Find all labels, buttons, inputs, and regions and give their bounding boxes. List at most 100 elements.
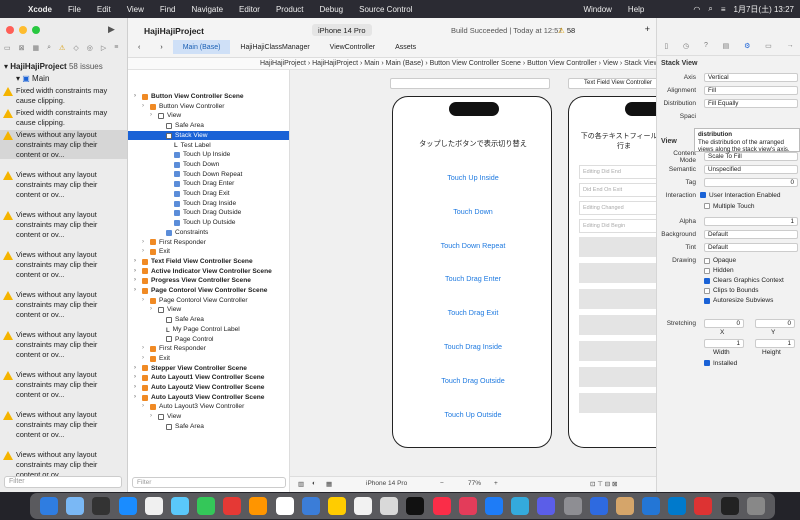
layout-tools-icon[interactable]: ⊡ ⊤ ⊟ ⊠ (590, 480, 617, 488)
outline-row[interactable]: Touch Up Inside (128, 150, 289, 160)
disclosure-icon[interactable]: › (134, 276, 142, 286)
source-control-icon[interactable]: ⊠ (19, 44, 25, 52)
identity-icon[interactable]: ▤ (723, 42, 730, 55)
preview-icon[interactable]: ▦ (326, 480, 332, 488)
issue-item[interactable]: Views without any layout constraints may… (0, 250, 127, 279)
folder-icon[interactable]: ▭ (4, 44, 11, 52)
attributes-icon[interactable]: ⚙ (744, 42, 750, 55)
disclosure-icon[interactable]: › (134, 383, 142, 393)
dock-app-icon[interactable] (118, 497, 137, 515)
outline-row[interactable]: L My Page Control Label (128, 325, 289, 335)
tab-view-controller[interactable]: ViewController (320, 40, 385, 54)
disclosure-icon[interactable]: › (142, 238, 150, 248)
stack-button[interactable]: Touch Drag Outside (393, 376, 553, 385)
outline-row[interactable]: › View (128, 111, 289, 121)
add-icon[interactable]: + (645, 24, 650, 34)
disclosure-icon[interactable]: › (134, 257, 142, 267)
outline-row[interactable]: › Page Contorol View Controller Scene (128, 286, 289, 296)
drawing-option[interactable]: Autoresize Subviews (657, 295, 800, 306)
dock-app-icon[interactable] (354, 497, 373, 515)
tab-main-base[interactable]: Main (Base) (172, 40, 231, 54)
zoom-in-icon[interactable]: + (494, 480, 498, 487)
disclosure-icon[interactable]: › (150, 111, 158, 121)
outline-filter-input[interactable]: Filter (132, 477, 286, 488)
stack-button[interactable]: Touch Down (393, 207, 553, 216)
distribution-select[interactable]: Fill Equally (704, 99, 798, 108)
close-window-button[interactable] (6, 26, 14, 34)
issue-project-row[interactable]: ▾ HajiHajiProject 58 issues (4, 62, 103, 71)
dock-app-icon[interactable] (223, 497, 242, 515)
table-cell[interactable]: 5 (579, 341, 656, 361)
dock-app-icon[interactable] (301, 497, 320, 515)
search-icon[interactable]: ⌕ (708, 4, 712, 14)
zoom-window-button[interactable] (32, 26, 40, 34)
outline-row[interactable]: Touch Drag Enter (128, 179, 289, 189)
dock-app-icon[interactable] (40, 497, 59, 515)
dock-app-icon[interactable] (197, 497, 216, 515)
outline-row[interactable]: Touch Drag Exit (128, 189, 289, 199)
semantic-select[interactable]: Unspecified (704, 165, 798, 174)
alpha-field[interactable]: 1 (704, 217, 798, 226)
dock-app-icon[interactable] (170, 497, 189, 515)
outline-row[interactable]: › Auto Layout2 View Controller Scene (128, 383, 289, 393)
outline-row[interactable]: › Auto Layout3 View Controller Scene (128, 393, 289, 403)
outline-row[interactable]: Touch Drag Inside (128, 199, 289, 209)
debug-icon[interactable]: ◎ (87, 44, 93, 52)
dock-app-icon[interactable] (511, 497, 530, 515)
table-cell[interactable]: 1 (579, 237, 656, 257)
outline-row[interactable]: Touch Drag Outside (128, 208, 289, 218)
outline-row[interactable]: Touch Up Outside (128, 218, 289, 228)
dock-app-icon[interactable] (668, 497, 687, 515)
outline-row[interactable]: › Text Field View Controller Scene (128, 257, 289, 267)
dock-app-icon[interactable] (694, 497, 713, 515)
menu-editor[interactable]: Editor (231, 5, 268, 14)
issue-item[interactable]: Views without any layout constraints may… (0, 210, 127, 239)
issue-item[interactable]: Views without any layout constraints may… (0, 370, 127, 399)
issue-item[interactable]: Fixed width constraints may cause clippi… (0, 108, 127, 128)
dock-app-icon[interactable] (537, 497, 556, 515)
stack-button[interactable]: Touch Drag Inside (393, 342, 553, 351)
disclosure-icon[interactable]: › (142, 354, 150, 364)
outline-row[interactable]: Touch Down (128, 160, 289, 170)
outline-row[interactable]: Safe Area (128, 121, 289, 131)
tab-assets[interactable]: Assets (385, 40, 426, 54)
storyboard-canvas[interactable]: Text Field View Controller タップしたボタンで表示切り… (290, 70, 656, 492)
issue-item[interactable]: Fixed width constraints may cause clippi… (0, 86, 127, 106)
dock-app-icon[interactable] (615, 497, 634, 515)
table-cell[interactable]: 6 (579, 367, 656, 387)
menu-view[interactable]: View (119, 5, 152, 14)
dock-app-icon[interactable] (563, 497, 582, 515)
table-cell[interactable]: 2 (579, 263, 656, 283)
stack-button[interactable]: Touch Up Inside (393, 173, 553, 182)
wifi-icon[interactable]: ◠ (693, 5, 700, 14)
axis-select[interactable]: Vertical (704, 73, 798, 82)
report-icon[interactable]: ≡ (114, 44, 118, 52)
menu-help[interactable]: Help (620, 5, 652, 14)
disclosure-icon[interactable]: › (134, 267, 142, 277)
issue-item[interactable]: Views without any layout constraints may… (0, 330, 127, 359)
menu-edit[interactable]: Edit (89, 5, 119, 14)
menu-find[interactable]: Find (152, 5, 184, 14)
outline-toggle-icon[interactable]: ▥ (298, 480, 304, 488)
outline-row[interactable]: › Auto Layout3 View Controller (128, 402, 289, 412)
help-icon[interactable]: ? (704, 42, 708, 55)
outline-row[interactable]: › Exit (128, 247, 289, 257)
disclosure-icon[interactable]: › (134, 364, 142, 374)
dock-app-icon[interactable] (380, 497, 399, 515)
menu-source-control[interactable]: Source Control (351, 5, 420, 14)
disclosure-icon[interactable]: › (134, 393, 142, 403)
connections-icon[interactable]: → (787, 42, 794, 55)
stack-button[interactable]: Touch Drag Exit (393, 308, 553, 317)
disclosure-icon[interactable]: › (142, 102, 150, 112)
history-icon[interactable]: ◷ (683, 42, 689, 55)
alignment-select[interactable]: Fill (704, 86, 798, 95)
text-field[interactable]: Did End On Exit (579, 183, 656, 197)
table-cell[interactable]: 4 (579, 315, 656, 335)
file-inspector-icon[interactable]: ▯ (664, 42, 668, 55)
dock-app-icon[interactable] (589, 497, 608, 515)
toolbar-project-name[interactable]: HajiHajiProject (144, 26, 204, 36)
table-cell[interactable]: 3 (579, 289, 656, 309)
tab-hajihaji-class-manager[interactable]: HajiHajiClassManager (230, 40, 319, 54)
outline-row[interactable]: Safe Area (128, 315, 289, 325)
dock-app-icon[interactable] (746, 497, 765, 515)
